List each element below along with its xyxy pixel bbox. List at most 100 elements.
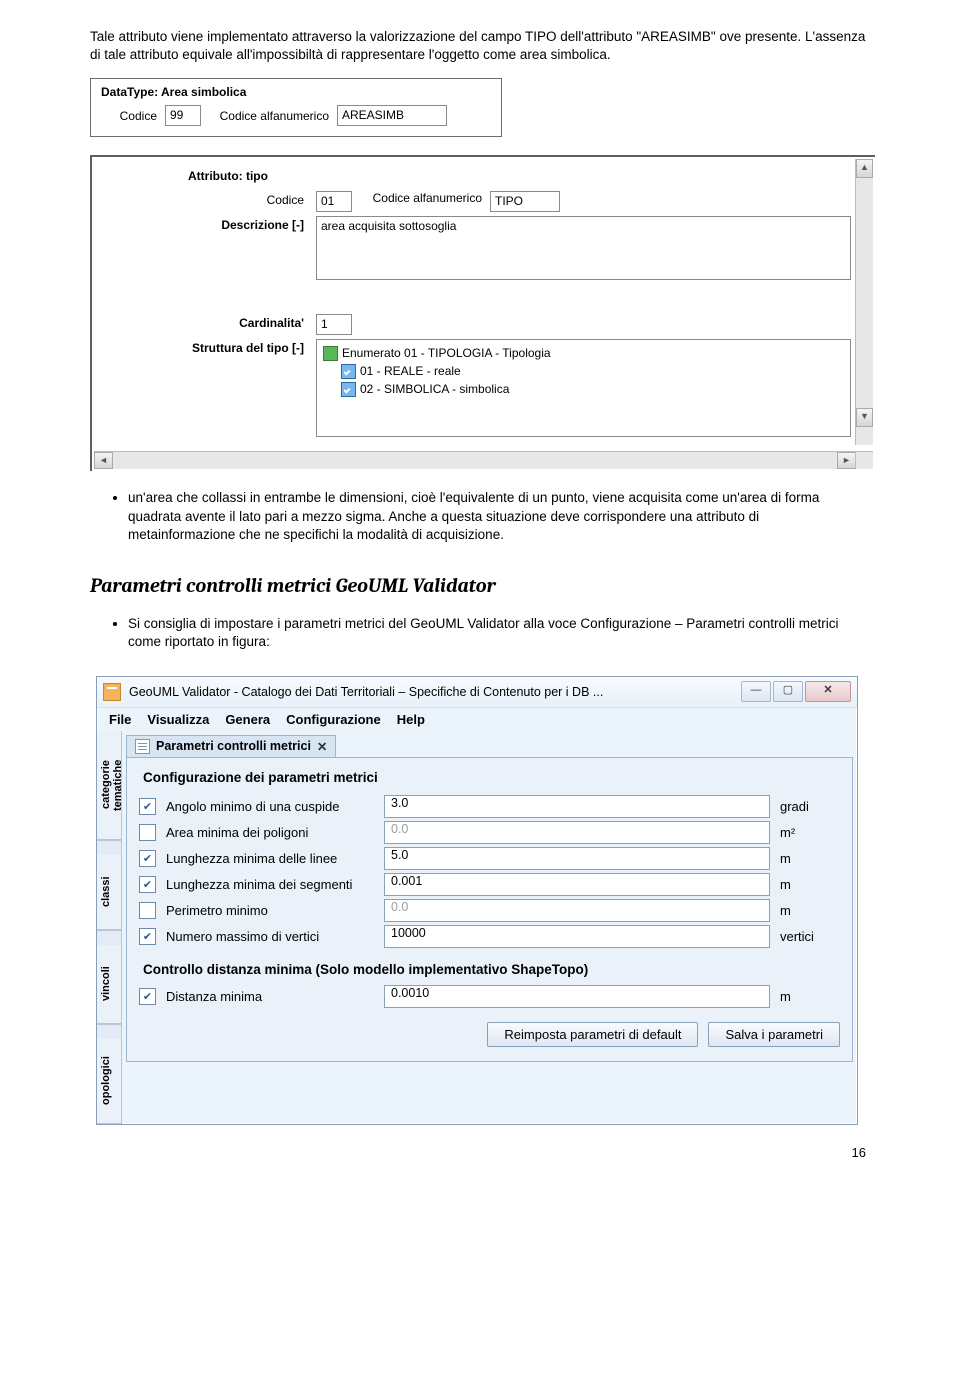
codice-alfa-field[interactable]: AREASIMB	[337, 105, 447, 126]
param-row-2: ✔Lunghezza minima delle linee5.0m	[139, 847, 840, 870]
menu-genera[interactable]: Genera	[225, 712, 270, 727]
document-tab[interactable]: Parametri controlli metrici ✕	[126, 735, 336, 757]
tree-child-1-label: 01 - REALE - reale	[360, 362, 461, 380]
attributo-panel: Attributo: tipo Codice 01 Codice alfanum…	[94, 159, 873, 447]
tree-child-2[interactable]: 02 - SIMBOLICA - simbolica	[341, 380, 844, 398]
scroll-right-icon[interactable]: ►	[837, 452, 856, 469]
attr-codalfa-label: Codice alfanumerico	[352, 191, 490, 205]
sidetab-vincoli[interactable]: vincoli	[97, 945, 121, 1024]
datatype-panel: DataType: Area simbolica Codice 99 Codic…	[90, 78, 502, 137]
struttura-label: Struttura del tipo [-]	[104, 339, 316, 355]
scroll-down-icon[interactable]: ▼	[856, 408, 873, 427]
tree-leaf-icon	[341, 382, 356, 397]
sidetab-classi[interactable]: classi	[97, 855, 121, 930]
scroll-corner	[855, 451, 873, 469]
bullet-validator-config: Si consiglia di impostare i parametri me…	[128, 615, 870, 651]
codice-field[interactable]: 99	[165, 105, 201, 126]
param-label: Perimetro minimo	[166, 903, 384, 918]
param-label: Distanza minima	[166, 989, 384, 1004]
param-input[interactable]: 0.001	[384, 873, 770, 896]
param-label: Area minima dei poligoni	[166, 825, 384, 840]
param-unit: m	[770, 989, 840, 1004]
window-title: GeoUML Validator - Catalogo dei Dati Ter…	[129, 685, 741, 699]
menu-configurazione[interactable]: Configurazione	[286, 712, 381, 727]
param-row-3: ✔ Lunghezza minima dei segmenti0.001m	[139, 873, 840, 896]
cardinalita-field[interactable]: 1	[316, 314, 352, 335]
codice-alfa-label: Codice alfanumerico	[201, 109, 337, 123]
menu-help[interactable]: Help	[397, 712, 425, 727]
attr-codice-field[interactable]: 01	[316, 191, 352, 212]
app-icon	[103, 683, 121, 701]
reset-defaults-button[interactable]: Reimposta parametri di default	[487, 1022, 698, 1047]
close-button[interactable]: ✕	[805, 681, 851, 702]
tree-root-label: Enumerato 01 - TIPOLOGIA - Tipologia	[342, 344, 551, 362]
checkbox[interactable]: ✔	[139, 798, 156, 815]
menu-bar: File Visualizza Genera Configurazione He…	[97, 708, 857, 731]
maximize-button[interactable]: ▢	[773, 681, 803, 702]
param-unit: gradi	[770, 799, 840, 814]
param-row-4: Perimetro minimo0.0m	[139, 899, 840, 922]
minimize-button[interactable]: —	[741, 681, 771, 702]
tree-leaf-icon	[341, 364, 356, 379]
side-tabs: categorie tematiche classi vincoli opolo…	[97, 731, 122, 1124]
window-titlebar[interactable]: GeoUML Validator - Catalogo dei Dati Ter…	[97, 677, 857, 708]
param-row-distanza: ✔ Distanza minima 0.0010 m	[139, 985, 840, 1008]
sidetab-opologici[interactable]: opologici	[97, 1039, 121, 1124]
attr-codalfa-field[interactable]: TIPO	[490, 191, 560, 212]
save-params-button[interactable]: Salva i parametri	[708, 1022, 840, 1047]
param-unit: m	[770, 903, 840, 918]
param-unit: vertici	[770, 929, 840, 944]
param-label: Lunghezza minima dei segmenti	[166, 877, 384, 892]
descrizione-label: Descrizione [-]	[104, 216, 316, 232]
cardinalita-label: Cardinalita'	[104, 314, 316, 330]
checkbox-distanza[interactable]: ✔	[139, 988, 156, 1005]
param-label: Lunghezza minima delle linee	[166, 851, 384, 866]
parameters-form: Configurazione dei parametri metrici ✔ An…	[126, 757, 853, 1062]
param-input[interactable]: 3.0	[384, 795, 770, 818]
form-title: Configurazione dei parametri metrici	[143, 770, 840, 785]
geouml-window: GeoUML Validator - Catalogo dei Dati Ter…	[96, 676, 858, 1125]
distance-subtitle: Controllo distanza minima (Solo modello …	[143, 962, 840, 977]
menu-file[interactable]: File	[109, 712, 131, 727]
checkbox[interactable]: ✔	[139, 850, 156, 867]
param-row-5: ✔ Numero massimo di vertici10000vertici	[139, 925, 840, 948]
menu-visualizza[interactable]: Visualizza	[147, 712, 209, 727]
datatype-title: DataType: Area simbolica	[101, 85, 491, 99]
checkbox[interactable]: ✔	[139, 928, 156, 945]
document-tab-label: Parametri controlli metrici	[156, 739, 311, 753]
param-row-0: ✔ Angolo minimo di una cuspide3.0gradi	[139, 795, 840, 818]
page-number: 16	[90, 1145, 870, 1160]
struttura-tree[interactable]: Enumerato 01 - TIPOLOGIA - Tipologia 01 …	[316, 339, 851, 437]
scroll-left-icon[interactable]: ◄	[94, 452, 113, 469]
param-label: Numero massimo di vertici	[166, 929, 384, 944]
param-label: Angolo minimo di una cuspide	[166, 799, 384, 814]
codice-label: Codice	[101, 109, 165, 123]
tree-child-1[interactable]: 01 - REALE - reale	[341, 362, 844, 380]
tree-root-icon	[323, 346, 338, 361]
param-input[interactable]: 0.0010	[384, 985, 770, 1008]
param-row-1: Area minima dei poligoni0.0m²	[139, 821, 840, 844]
tree-child-2-label: 02 - SIMBOLICA - simbolica	[360, 380, 509, 398]
document-icon	[135, 739, 150, 754]
tab-close-icon[interactable]: ✕	[317, 739, 327, 754]
horizontal-scrollbar[interactable]: ◄ ►	[94, 451, 856, 469]
param-unit: m²	[770, 825, 840, 840]
bullet-area-collapse: un'area che collassi in entrambe le dime…	[128, 489, 870, 544]
param-input[interactable]: 5.0	[384, 847, 770, 870]
checkbox[interactable]	[139, 824, 156, 841]
param-input[interactable]: 0.0	[384, 821, 770, 844]
checkbox[interactable]: ✔	[139, 876, 156, 893]
descrizione-textarea[interactable]: area acquisita sottosoglia	[316, 216, 851, 280]
param-input[interactable]: 0.0	[384, 899, 770, 922]
attr-codice-label: Codice	[104, 191, 316, 207]
tree-root[interactable]: Enumerato 01 - TIPOLOGIA - Tipologia	[323, 344, 844, 362]
attributo-title: Attributo: tipo	[188, 169, 851, 183]
vertical-scrollbar[interactable]: ▲ ▼	[855, 159, 873, 445]
section-heading: Parametri controlli metrici GeoUML Valid…	[90, 574, 870, 597]
param-unit: m	[770, 877, 840, 892]
intro-paragraph: Tale attributo viene implementato attrav…	[90, 28, 870, 64]
sidetab-categorie[interactable]: categorie tematiche	[97, 731, 121, 840]
param-input[interactable]: 10000	[384, 925, 770, 948]
scroll-up-icon[interactable]: ▲	[856, 159, 873, 178]
checkbox[interactable]	[139, 902, 156, 919]
